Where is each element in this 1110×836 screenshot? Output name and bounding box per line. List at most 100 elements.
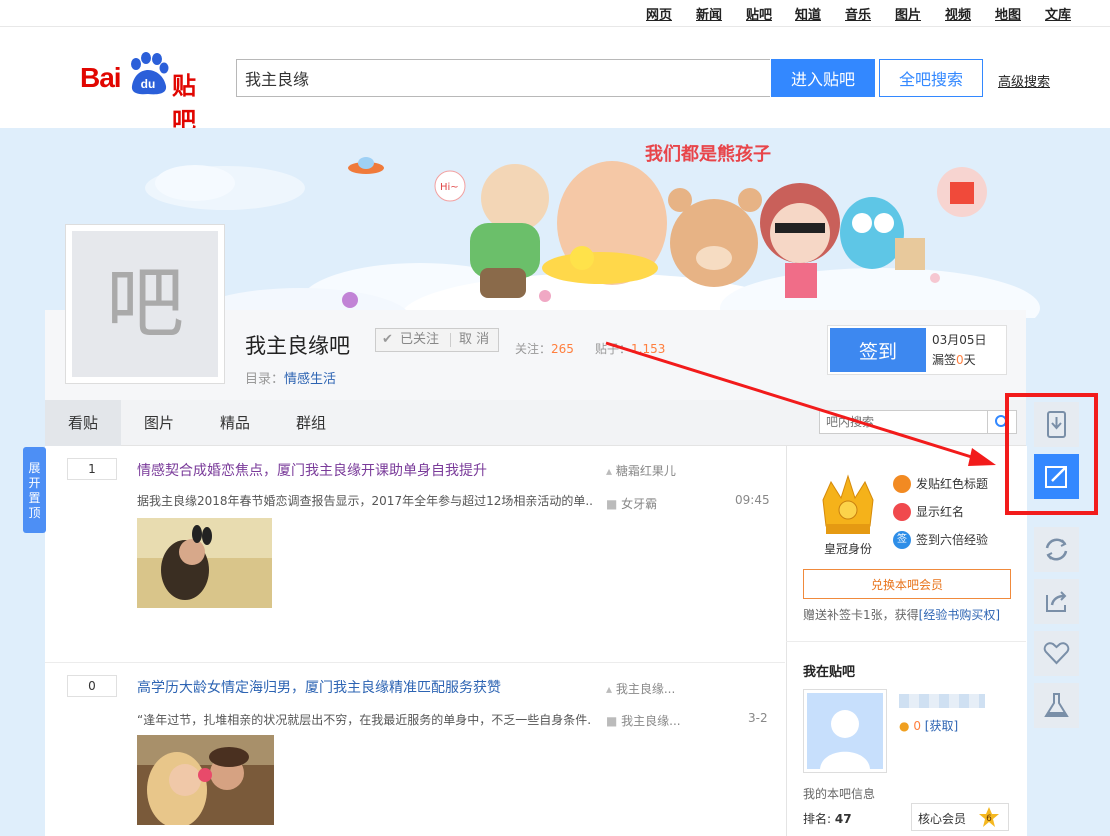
expand-tab-char: 置 [28, 491, 41, 505]
thread-author-name[interactable]: 糖霜红果儿 [616, 464, 676, 478]
thread-last-replier[interactable]: 我主良缘... [621, 714, 680, 728]
catalog-label: 目录： [245, 372, 285, 387]
nav-link-video[interactable]: 视频 [945, 4, 971, 23]
coin-info: ● 0 [获取] [899, 717, 958, 734]
logo-bai-text: Bai [80, 62, 122, 93]
red-name-icon [893, 503, 911, 521]
nav-link-image[interactable]: 图片 [895, 4, 921, 23]
lab-button[interactable] [1034, 683, 1079, 728]
post-count: 贴子：1,153 [595, 340, 665, 357]
flask-icon [1044, 693, 1069, 717]
refresh-button[interactable] [1034, 527, 1079, 572]
thread-title[interactable]: 高学历大龄女情定海归男，厦门我主良缘精准匹配服务获赞 [137, 677, 501, 697]
expand-tab-char: 展 [28, 461, 41, 475]
nav-link-music[interactable]: 音乐 [845, 4, 871, 23]
level-number: 6 [986, 814, 992, 824]
forum-avatar-placeholder: 吧 [72, 231, 218, 377]
perk-red-title: 发贴红色标题 [916, 477, 989, 491]
heart-icon [1043, 642, 1070, 665]
advanced-search-link[interactable]: 高级搜索 [998, 71, 1050, 90]
coin-icon: ● [899, 719, 910, 733]
user-icon: ▴ [606, 464, 613, 478]
exp-book-link[interactable]: [经验书购买权] [919, 608, 1000, 622]
get-coins-link[interactable]: [获取] [925, 719, 958, 733]
thread-author-name[interactable]: 我主良缘... [616, 682, 675, 696]
sign-bonus-icon: 签 [893, 531, 911, 549]
top-nav: 网页 新闻 贴吧 知道 音乐 图片 视频 地图 文库 [0, 0, 1110, 27]
nav-link-wenku[interactable]: 文库 [1045, 4, 1071, 23]
tab-groups[interactable]: 群组 [275, 400, 347, 446]
catalog-link[interactable]: 情感生活 [284, 372, 336, 387]
thread-title[interactable]: 情感契合成婚恋焦点，厦门我主良缘开课助单身自我提升 [137, 460, 487, 480]
post-count-label: 贴子： [595, 342, 632, 356]
baidu-paw-icon: du [131, 52, 169, 95]
nav-link-web[interactable]: 网页 [646, 4, 672, 23]
expand-tab-char: 顶 [28, 506, 41, 520]
red-title-icon [893, 475, 911, 493]
thread-last-replier[interactable]: 女牙霸 [621, 497, 657, 511]
logo-tieba-text: 贴吧 [172, 73, 196, 135]
logo-du-text: du [141, 77, 156, 91]
tab-posts[interactable]: 看贴 [45, 400, 121, 446]
thread-reply-count: 0 [67, 675, 117, 697]
follow-count-label: 关注： [515, 342, 552, 356]
search-input[interactable] [236, 59, 770, 97]
annotation-highlight-box [1005, 393, 1098, 515]
sidebar-divider [786, 641, 1026, 642]
perk-sign-bonus: 签到六倍经验 [916, 533, 989, 547]
my-forum-info-label: 我的本吧信息 [803, 787, 876, 801]
core-member-label: 核心会员 [918, 812, 967, 826]
redeem-membership-button[interactable]: 兑换本吧会员 [803, 569, 1011, 599]
perk-red-name: 显示红名 [916, 505, 965, 519]
comment-icon: ■ [606, 497, 618, 511]
thread-author: ▴ 糖霜红果儿 [606, 462, 676, 479]
missed-value: 0 [956, 353, 964, 367]
member-note-text: 赠送补签卡1张，获得 [803, 608, 919, 622]
thread-last-reply: ■ 女牙霸 [606, 495, 657, 512]
share-button[interactable] [1034, 579, 1079, 624]
core-member-badge: 核心会员 6 [911, 803, 1009, 831]
member-note: 赠送补签卡1张，获得[经验书购买权] [803, 606, 1000, 623]
nav-link-map[interactable]: 地图 [995, 4, 1021, 23]
nav-link-zhidao[interactable]: 知道 [795, 4, 821, 23]
nav-link-news[interactable]: 新闻 [696, 4, 722, 23]
banner-hi-bubble: Hi~ [440, 182, 459, 193]
blurred-username [899, 694, 985, 708]
sign-date: 03月05日 [932, 333, 987, 347]
follow-count: 关注：265 [515, 340, 574, 357]
thread-excerpt: “逢年过节，扎堆相亲的状况就层出不穷，在我最近服务的单身中，不乏一些自身条件..… [137, 713, 592, 727]
follow-count-value: 265 [551, 342, 574, 356]
missed-suffix: 天 [963, 353, 976, 367]
default-avatar-icon [807, 693, 883, 769]
rank-info: 排名: 47 [803, 810, 852, 827]
tab-featured[interactable]: 精品 [199, 400, 271, 446]
check-icon: ✔ [382, 332, 393, 347]
favorite-button[interactable] [1034, 631, 1079, 676]
forum-title[interactable]: 我主良缘吧 [245, 330, 350, 360]
crown-label: 皇冠身份 [824, 542, 873, 556]
level-star-icon: 6 [979, 807, 999, 827]
enter-forum-button[interactable]: 进入贴吧 [771, 59, 875, 97]
tab-images[interactable]: 图片 [123, 400, 195, 446]
thread-reply-count: 1 [67, 458, 117, 480]
banner-slogan: 我们都是熊孩子 [645, 143, 771, 165]
refresh-icon [1045, 538, 1068, 561]
rank-label: 排名: [803, 812, 832, 826]
coin-count: 0 [913, 719, 921, 733]
nav-link-tieba[interactable]: 贴吧 [746, 4, 772, 23]
expand-pinned-tab[interactable]: 展 开 置 顶 [23, 447, 46, 533]
crown-icon [822, 474, 874, 534]
missed-prefix: 漏签 [932, 353, 957, 367]
sign-in-box: 签到 03月05日 漏签0天 [827, 325, 1007, 375]
thread-image[interactable] [137, 735, 274, 825]
thread-excerpt: 据我主良缘2018年春节婚恋调查报告显示，2017年全年参与超过12场相亲活动的… [137, 494, 592, 508]
rank-value: 47 [834, 812, 852, 826]
unfollow-button[interactable]: 取 消 [459, 329, 489, 351]
search-all-button[interactable]: 全吧搜索 [879, 59, 983, 97]
forum-avatar[interactable]: 吧 [65, 224, 225, 384]
user-avatar[interactable] [803, 689, 887, 773]
missed-sign-count: 漏签0天 [932, 351, 976, 368]
forum-search-input[interactable] [819, 410, 987, 434]
sign-in-button[interactable]: 签到 [830, 328, 926, 372]
thread-image[interactable] [137, 518, 272, 608]
